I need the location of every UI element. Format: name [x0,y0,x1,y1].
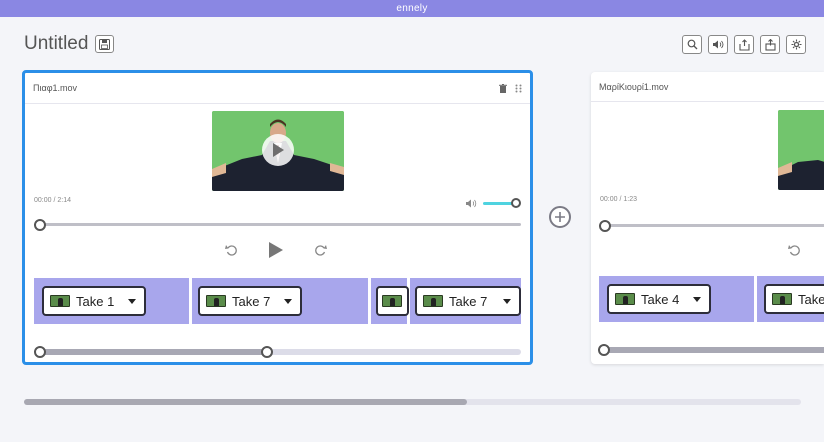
clip-header: Πιαφ1.mov [25,73,530,104]
chevron-down-icon [284,298,292,304]
save-button[interactable] [95,35,114,53]
chevron-down-icon [693,296,701,302]
volume-button[interactable] [708,35,728,54]
forward-icon[interactable] [314,244,327,257]
settings-icon [791,39,801,50]
playhead-knob[interactable] [599,220,611,232]
take-dropdown[interactable]: Take [764,284,824,314]
clip-thumbnail-icon [772,293,792,305]
document-title[interactable]: Untitled [24,33,88,55]
share-icon [764,38,776,51]
timecode: 00:00 / 2:14 [34,197,71,204]
trim-slider[interactable] [605,347,824,353]
app-brand: ennely [396,3,428,14]
clip-card-2[interactable]: ΜαρίΚιουρί1.mov 00:00 / 1:23 Take 4 Take [591,72,824,364]
trim-start-knob[interactable] [34,346,46,358]
clip-card-1[interactable]: Πιαφ1.mov 00:00 / 2:14 Take 1 Take 7 Tak… [22,70,533,365]
clip-thumbnail-icon [615,293,635,305]
volume-icon [466,199,477,208]
take-label: Take 4 [641,291,680,307]
take-dropdown[interactable]: Take 1 [42,286,146,316]
take-dropdown-collapsed[interactable] [376,286,409,316]
clip-header: ΜαρίΚιουρί1.mov [591,72,824,102]
take-dropdown[interactable]: Take 7 [198,286,302,316]
clip-filename[interactable]: Πιαφ1.mov [33,83,77,93]
scrollbar-thumb[interactable] [24,399,467,405]
save-icon [99,38,110,50]
export-icon [738,38,750,51]
take-label: Take 7 [232,293,271,309]
settings-button[interactable] [786,35,806,54]
trim-fill [605,347,824,353]
export-button[interactable] [734,35,754,54]
zoom-button[interactable] [682,35,702,54]
playhead-knob[interactable] [34,219,46,231]
app-brand-bar: ennely [0,0,824,17]
timecode: 00:00 / 1:23 [600,196,637,203]
volume-icon [713,40,724,49]
take-separator [189,278,192,324]
trash-icon[interactable] [499,83,507,93]
take-separator [754,276,757,322]
clip-thumbnail-icon [206,295,226,307]
add-clip-button[interactable] [549,206,571,228]
trim-start-knob[interactable] [598,344,610,356]
video-thumbnail[interactable] [212,111,344,191]
trim-end-knob[interactable] [261,346,273,358]
clip-filename[interactable]: ΜαρίΚιουρί1.mov [599,82,668,92]
chevron-down-icon [503,298,511,304]
trim-slider[interactable] [39,349,521,355]
trim-fill [39,349,268,355]
clip-thumbnail-icon [382,295,402,307]
playback-scrubber[interactable] [39,223,521,226]
video-frame-image [778,110,824,190]
horizontal-scrollbar[interactable] [24,399,801,405]
drag-handle-icon[interactable] [515,84,522,93]
take-dropdown[interactable]: Take 7 [415,286,521,316]
take-label: Take [798,291,824,307]
take-label: Take 1 [76,293,115,309]
toolbar [682,35,806,54]
video-thumbnail[interactable] [778,110,824,190]
play-icon[interactable] [268,241,284,259]
rewind-icon[interactable] [788,244,801,257]
volume-control[interactable] [466,198,521,208]
take-dropdown[interactable]: Take 4 [607,284,711,314]
play-overlay-button[interactable] [262,134,294,166]
play-icon [273,143,284,157]
rewind-icon[interactable] [225,244,238,257]
takes-timeline: Take 4 Take [599,276,824,322]
plus-icon [555,212,565,222]
take-label: Take 7 [449,293,488,309]
volume-knob[interactable] [511,198,521,208]
clip-thumbnail-icon [423,295,443,307]
takes-timeline: Take 1 Take 7 Take 7 [34,278,521,324]
zoom-icon [687,39,697,50]
playback-scrubber[interactable] [605,224,824,227]
clip-thumbnail-icon [50,295,70,307]
take-separator [368,278,371,324]
volume-slider[interactable] [483,198,521,208]
playback-controls [225,241,327,259]
share-button[interactable] [760,35,780,54]
chevron-down-icon [128,298,136,304]
